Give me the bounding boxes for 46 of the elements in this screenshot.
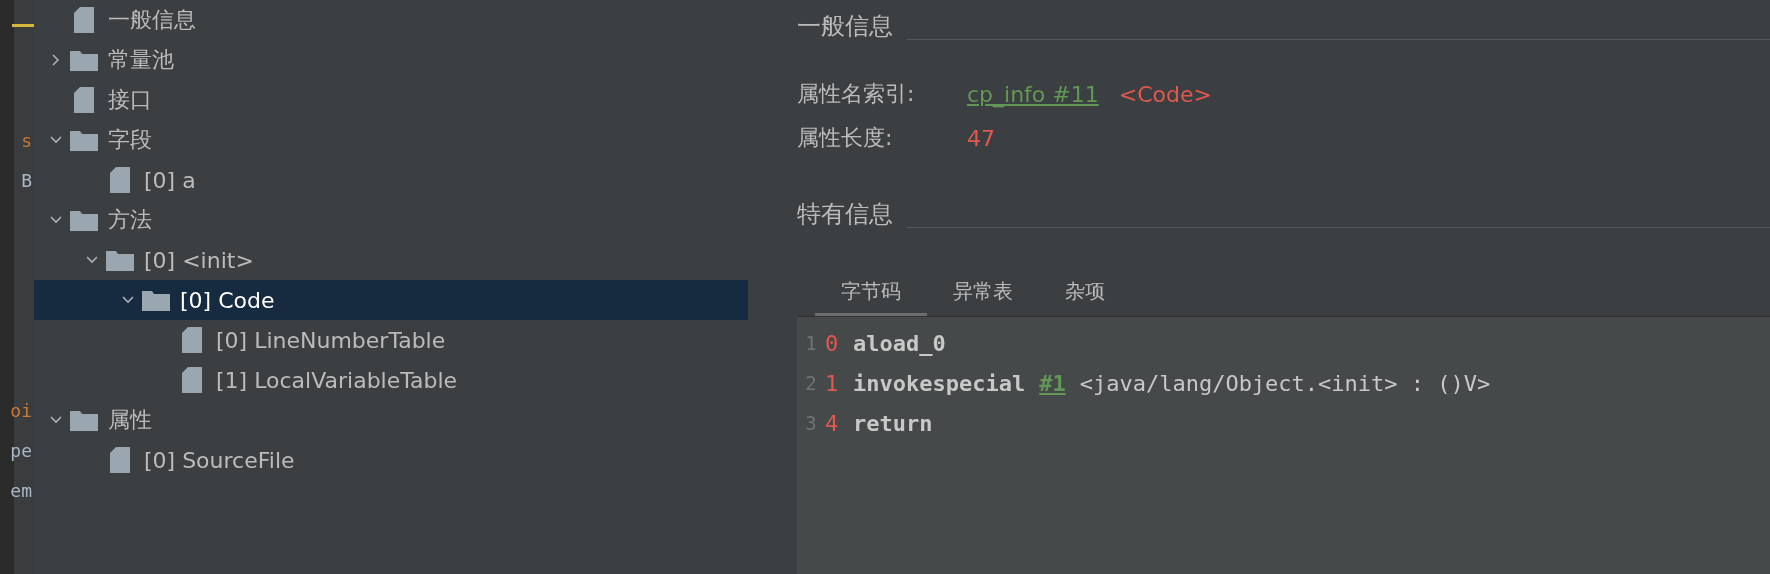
- tree-item[interactable]: [0] a: [34, 160, 748, 200]
- file-icon: [182, 327, 202, 353]
- property-value: 47: [967, 125, 995, 151]
- tree-item[interactable]: [1] LocalVariableTable: [34, 360, 748, 400]
- file-icon: [182, 367, 202, 393]
- instruction: invokespecial: [853, 370, 1026, 396]
- folder-icon: [106, 249, 134, 271]
- tree-item[interactable]: 常量池: [34, 40, 748, 80]
- tab[interactable]: 杂项: [1039, 274, 1131, 316]
- property-label: 属性名索引:: [797, 80, 916, 108]
- bytecode-offset: 4: [825, 410, 840, 436]
- tree-item[interactable]: 方法: [34, 200, 748, 240]
- cp-info-link[interactable]: cp_info #11: [967, 81, 1099, 107]
- bytecode-offset: 0: [825, 330, 840, 356]
- folder-icon: [142, 289, 170, 311]
- property-value: <Code>: [1118, 81, 1212, 107]
- code-fragment: s: [20, 129, 32, 153]
- section-title: 特有信息: [797, 199, 893, 230]
- code-fragment: oi: [9, 399, 32, 423]
- marker-bar: [12, 24, 34, 27]
- property-label: 属性长度:: [797, 124, 894, 152]
- selected-tree-item[interactable]: [0] Code: [34, 280, 748, 320]
- tab[interactable]: 异常表: [927, 274, 1039, 316]
- instruction: return: [853, 410, 933, 436]
- tree-item[interactable]: 字段: [34, 120, 748, 160]
- code-fragment: pe: [9, 439, 32, 463]
- bytecode-offset: 1: [825, 370, 840, 396]
- tree-item[interactable]: [0] SourceFile: [34, 440, 748, 480]
- file-icon: [74, 7, 94, 33]
- file-icon: [110, 167, 130, 193]
- tree-item[interactable]: 接口: [34, 80, 748, 120]
- tree-item[interactable]: 属性: [34, 400, 748, 440]
- code-fragment: em: [9, 479, 32, 503]
- tree-item[interactable]: 一般信息: [34, 0, 748, 40]
- folder-icon: [70, 409, 98, 431]
- tree-item[interactable]: [0] LineNumberTable: [34, 320, 748, 360]
- section-title: 一般信息: [797, 11, 893, 42]
- instruction-comment: <java/lang/Object.<init> : ()V>: [1079, 370, 1491, 396]
- instruction: aload_0: [853, 330, 946, 356]
- tree-item[interactable]: [0] <init>: [34, 240, 748, 280]
- code-fragment: B: [20, 169, 32, 193]
- folder-icon: [70, 209, 98, 231]
- file-icon: [110, 447, 130, 473]
- folder-icon: [70, 49, 98, 71]
- file-icon: [74, 87, 94, 113]
- folder-icon: [70, 129, 98, 151]
